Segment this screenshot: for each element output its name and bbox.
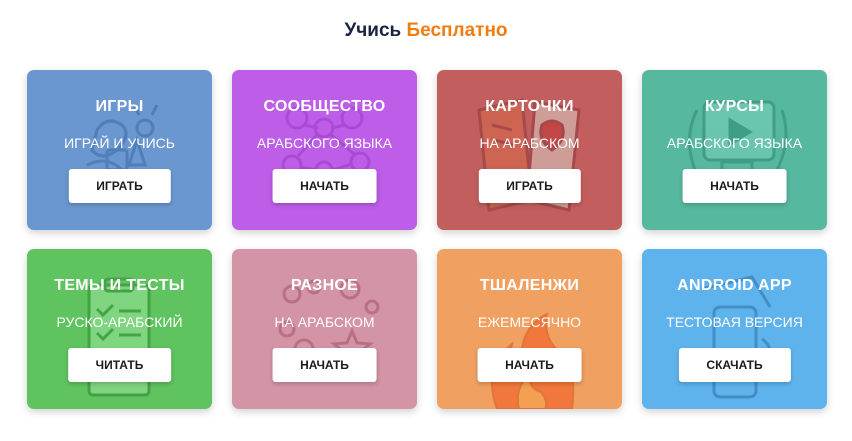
card-title: РАЗНОЕ — [290, 277, 359, 294]
card-subtitle: ЕЖЕМЕСЯЧНО — [477, 314, 582, 330]
card-subtitle: АРАБСКОГО ЯЗЫКА — [256, 135, 393, 151]
start-button[interactable]: НАЧАТЬ — [272, 348, 377, 382]
card-challenges[interactable]: ТШАЛЕНЖИ ЕЖЕМЕСЯЧНО НАЧАТЬ — [437, 249, 622, 409]
card-title: КУРСЫ — [704, 98, 765, 115]
start-button[interactable]: НАЧАТЬ — [477, 348, 582, 382]
card-subtitle: РУСКО-АРАБСКИЙ — [56, 314, 183, 330]
heading-text: Учись — [344, 20, 402, 41]
card-android-app[interactable]: ANDROID APP ТЕСТОВАЯ ВЕРСИЯ СКАЧАТЬ — [642, 249, 827, 409]
card-subtitle: НА АРАБСКОМ — [274, 314, 375, 330]
card-subtitle: АРАБСКОГО ЯЗЫКА — [666, 135, 803, 151]
download-button[interactable]: СКАЧАТЬ — [678, 348, 791, 382]
play-button[interactable]: ИГРАТЬ — [68, 169, 171, 203]
cards-grid: ИГРЫ ИГРАЙ И УЧИСЬ ИГРАТЬ СООБЩЕСТВО АРА… — [27, 70, 827, 409]
card-subtitle: НА АРАБСКОМ — [479, 135, 580, 151]
section-heading: Учись Бесплатно — [0, 20, 852, 42]
card-flashcards[interactable]: КАРТОЧКИ НА АРАБСКОМ ИГРАТЬ — [437, 70, 622, 230]
card-title: ТШАЛЕНЖИ — [479, 277, 580, 294]
card-topics-tests[interactable]: ТЕМЫ И ТЕСТЫ РУСКО-АРАБСКИЙ ЧИТАТЬ — [27, 249, 212, 409]
card-games[interactable]: ИГРЫ ИГРАЙ И УЧИСЬ ИГРАТЬ — [27, 70, 212, 230]
card-subtitle: ТЕСТОВАЯ ВЕРСИЯ — [666, 314, 803, 330]
card-courses[interactable]: КУРСЫ АРАБСКОГО ЯЗЫКА НАЧАТЬ — [642, 70, 827, 230]
heading-accent: Бесплатно — [406, 20, 508, 41]
card-title: ТЕМЫ И ТЕСТЫ — [54, 277, 185, 294]
card-title: СООБЩЕСТВО — [263, 98, 386, 115]
card-title: КАРТОЧКИ — [485, 98, 574, 115]
card-title: ANDROID APP — [677, 277, 792, 294]
card-subtitle: ИГРАЙ И УЧИСЬ — [64, 135, 175, 151]
card-misc[interactable]: РАЗНОЕ НА АРАБСКОМ НАЧАТЬ — [232, 249, 417, 409]
card-community[interactable]: СООБЩЕСТВО АРАБСКОГО ЯЗЫКА НАЧАТЬ — [232, 70, 417, 230]
play-button[interactable]: ИГРАТЬ — [478, 169, 581, 203]
start-button[interactable]: НАЧАТЬ — [682, 169, 787, 203]
card-title: ИГРЫ — [95, 98, 144, 115]
read-button[interactable]: ЧИТАТЬ — [67, 348, 172, 382]
start-button[interactable]: НАЧАТЬ — [272, 169, 377, 203]
